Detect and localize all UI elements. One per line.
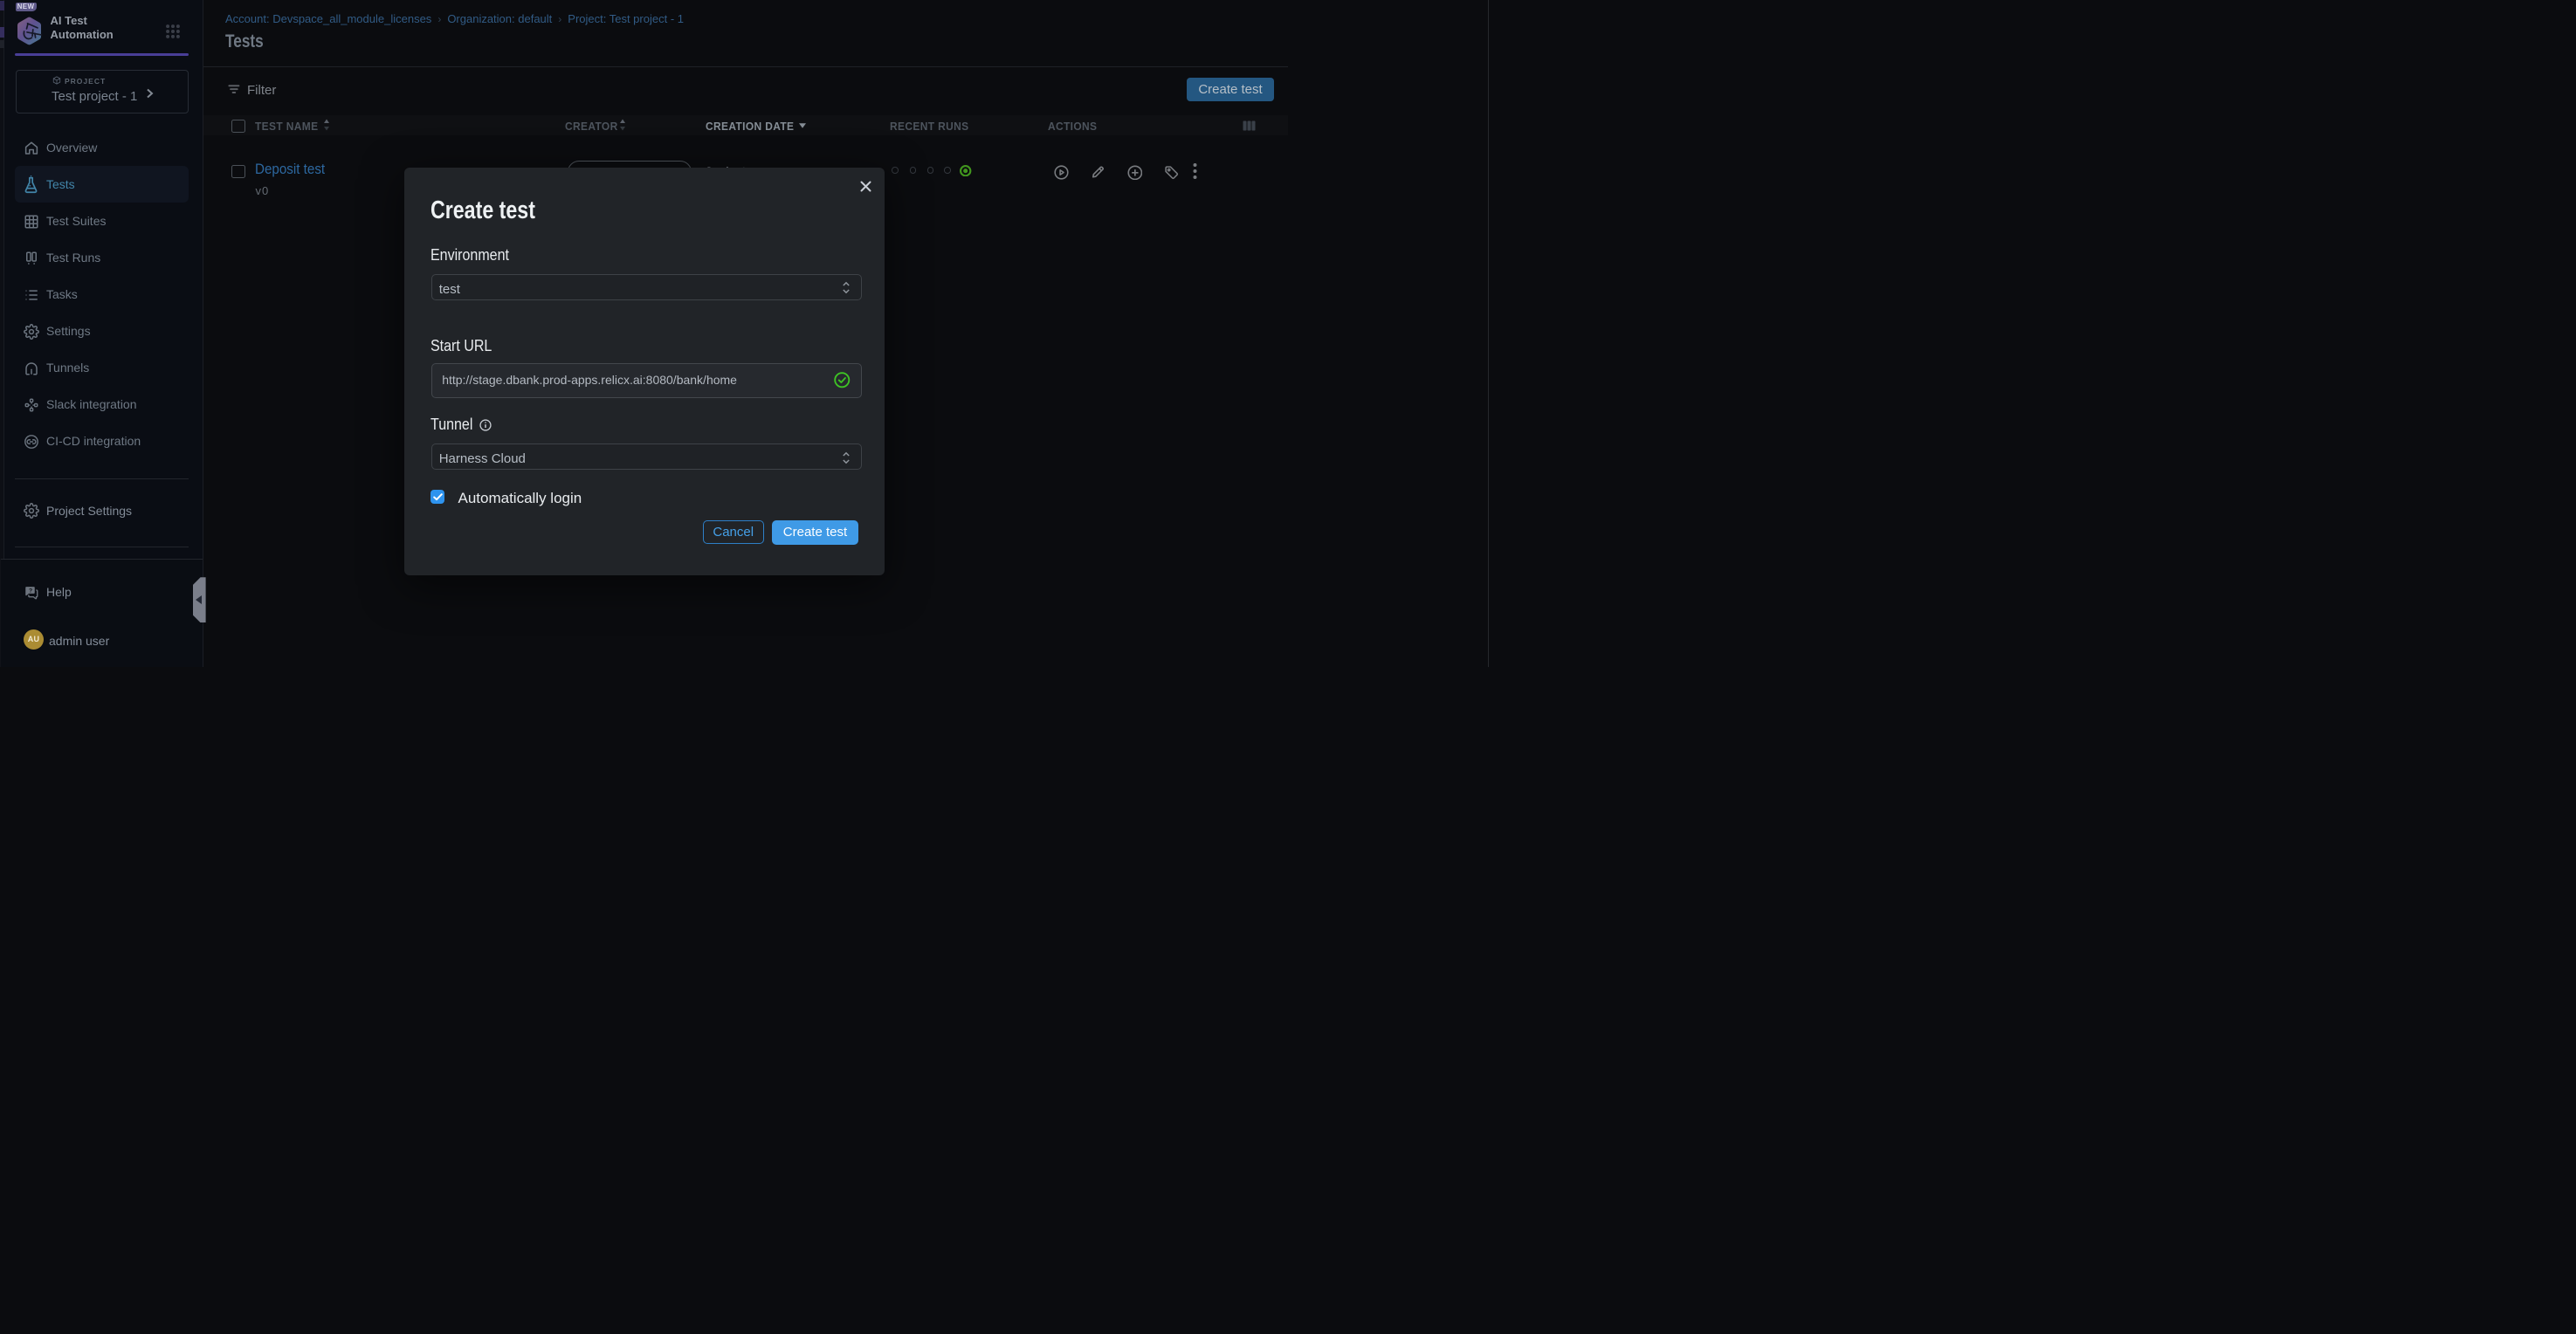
svg-text:?: ? [29, 588, 32, 594]
